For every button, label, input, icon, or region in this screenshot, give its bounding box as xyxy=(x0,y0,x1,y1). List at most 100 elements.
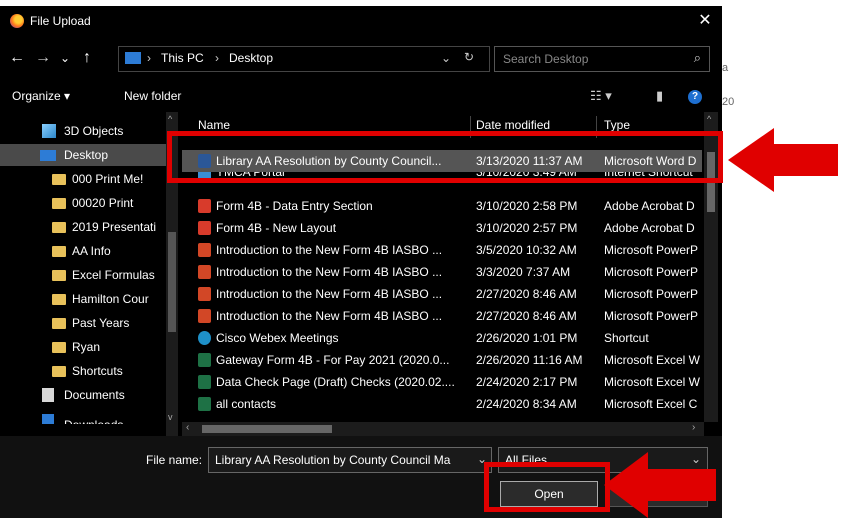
file-name: Form 4B - Data Entry Section xyxy=(216,199,373,213)
scroll-thumb[interactable] xyxy=(202,425,332,433)
arrow-left-icon xyxy=(604,452,716,518)
search-placeholder: Search Desktop xyxy=(503,52,589,66)
file-name-value: Library AA Resolution by County Council … xyxy=(215,453,451,467)
address-bar[interactable]: › This PC › Desktop ⌄ ↻ xyxy=(118,46,490,72)
file-date: 3/10/2020 2:58 PM xyxy=(476,199,578,213)
sidebar-item-desktop[interactable]: Desktop xyxy=(0,144,166,166)
sidebar-item-label: 2019 Presentati xyxy=(72,220,157,234)
scroll-thumb[interactable] xyxy=(168,232,176,332)
background-text-fragment: a xyxy=(722,62,729,74)
new-folder-button[interactable]: New folder xyxy=(124,89,181,103)
scroll-down-icon[interactable]: v xyxy=(168,412,173,422)
folder-icon xyxy=(52,246,66,257)
sidebar-item-label: Excel Formulas xyxy=(72,268,155,282)
dialog-title: File Upload xyxy=(30,14,91,28)
folder-icon xyxy=(52,222,66,233)
powerpoint-icon xyxy=(198,309,211,323)
powerpoint-icon xyxy=(198,243,211,257)
file-row[interactable]: Introduction to the New Form 4B IASBO ..… xyxy=(182,305,702,327)
pdf-icon xyxy=(198,221,211,235)
search-input[interactable]: Search Desktop ⌕ xyxy=(494,46,710,72)
file-type: Microsoft Excel W xyxy=(604,375,701,389)
folder-icon xyxy=(52,366,66,377)
file-name: Data Check Page (Draft) Checks (2020.02.… xyxy=(216,375,455,389)
chevron-down-icon[interactable]: ⌄ xyxy=(441,51,451,65)
sidebar-item-folder[interactable]: 000 Print Me! xyxy=(0,168,166,190)
file-row[interactable]: Introduction to the New Form 4B IASBO ..… xyxy=(182,283,702,305)
sidebar-item-label: Hamilton Cour xyxy=(72,292,149,306)
file-date: 2/24/2020 2:17 PM xyxy=(476,375,578,389)
navigation-bar: ← → ⌄ ↑ › This PC › Desktop ⌄ ↻ Search D… xyxy=(0,46,722,72)
sidebar-item-label: 3D Objects xyxy=(64,124,124,138)
file-row[interactable]: Introduction to the New Form 4B IASBO ..… xyxy=(182,261,702,283)
sidebar-item-folder[interactable]: Ryan xyxy=(0,336,166,358)
firefox-icon xyxy=(10,14,24,28)
sidebar-item-label: 000 Print Me! xyxy=(72,172,144,186)
organize-button[interactable]: Organize ▾ xyxy=(12,89,70,103)
file-row[interactable]: Cisco Webex Meetings 2/26/2020 1:01 PM S… xyxy=(182,327,702,349)
powerpoint-icon xyxy=(198,287,211,301)
breadcrumb-desktop[interactable]: Desktop xyxy=(229,51,273,65)
file-date: 3/5/2020 10:32 AM xyxy=(476,243,577,257)
sidebar-item-folder[interactable]: 2019 Presentati xyxy=(0,216,166,238)
sidebar-item-label: Downloads xyxy=(64,414,123,424)
preview-pane-icon[interactable]: ▮ xyxy=(656,88,663,104)
file-name: Cisco Webex Meetings xyxy=(216,331,339,345)
forward-button[interactable]: → xyxy=(32,46,54,70)
file-date: 2/26/2020 11:16 AM xyxy=(476,353,583,367)
documents-icon xyxy=(42,388,54,402)
file-name-field[interactable]: Library AA Resolution by County Council … xyxy=(208,447,492,473)
excel-icon xyxy=(198,353,211,367)
breadcrumb-this-pc[interactable]: This PC xyxy=(161,51,204,65)
file-date: 3/3/2020 7:37 AM xyxy=(476,265,571,279)
sidebar-item-downloads[interactable]: Downloads xyxy=(0,408,166,424)
sidebar-item-label: Documents xyxy=(64,388,125,402)
excel-icon xyxy=(198,397,211,411)
sidebar-item-label: Shortcuts xyxy=(72,364,123,378)
file-row[interactable]: Introduction to the New Form 4B IASBO ..… xyxy=(182,239,702,261)
horizontal-scrollbar[interactable]: ‹ › xyxy=(182,422,704,436)
scroll-left-icon[interactable]: ‹ xyxy=(186,422,189,433)
folder-icon xyxy=(52,174,66,185)
sidebar-item-3d-objects[interactable]: 3D Objects xyxy=(0,120,166,142)
close-button[interactable]: ✕ xyxy=(690,10,720,32)
file-date: 3/10/2020 2:57 PM xyxy=(476,221,578,235)
file-name: Introduction to the New Form 4B IASBO ..… xyxy=(216,243,443,257)
up-button[interactable]: ↑ xyxy=(76,46,98,70)
file-type: Microsoft PowerP xyxy=(604,287,699,301)
file-name: Introduction to the New Form 4B IASBO ..… xyxy=(216,265,443,279)
sidebar-item-label: 00020 Print xyxy=(72,196,134,210)
file-name: Introduction to the New Form 4B IASBO ..… xyxy=(216,309,443,323)
command-bar: Organize ▾ New folder ☷ ▾ ▮ ? xyxy=(0,84,722,110)
powerpoint-icon xyxy=(198,265,211,279)
sidebar-item-folder[interactable]: Excel Formulas xyxy=(0,264,166,286)
view-options-icon[interactable]: ☷ ▾ xyxy=(590,88,612,104)
file-name: Gateway Form 4B - For Pay 2021 (2020.0..… xyxy=(216,353,450,367)
file-type: Microsoft Excel W xyxy=(604,353,701,367)
file-type: Microsoft Excel C xyxy=(604,397,698,411)
sidebar-item-folder[interactable]: Hamilton Cour xyxy=(0,288,166,310)
sidebar-item-folder[interactable]: AA Info xyxy=(0,240,166,262)
file-row[interactable]: Data Check Page (Draft) Checks (2020.02.… xyxy=(182,371,702,393)
file-row[interactable]: Form 4B - New Layout 3/10/2020 2:57 PM A… xyxy=(182,217,702,239)
back-button[interactable]: ← xyxy=(6,46,28,70)
help-icon[interactable]: ? xyxy=(688,90,702,104)
breadcrumb-separator: › xyxy=(147,51,151,65)
scroll-up-icon[interactable]: ^ xyxy=(707,114,711,124)
navigation-pane: 3D Objects Desktop 000 Print Me! 00020 P… xyxy=(0,112,178,436)
file-row[interactable]: Form 4B - Data Entry Section 3/10/2020 2… xyxy=(182,195,702,217)
file-row[interactable]: Gateway Form 4B - For Pay 2021 (2020.0..… xyxy=(182,349,702,371)
file-row[interactable]: all contacts 2/24/2020 8:34 AM Microsoft… xyxy=(182,393,702,415)
title-bar: File Upload ✕ xyxy=(0,6,722,36)
refresh-icon[interactable]: ↻ xyxy=(464,50,474,64)
scroll-right-icon[interactable]: › xyxy=(692,422,695,433)
scroll-up-icon[interactable]: ^ xyxy=(168,114,172,124)
sidebar-item-folder[interactable]: Past Years xyxy=(0,312,166,334)
sidebar-item-folder[interactable]: 00020 Print xyxy=(0,192,166,214)
sidebar-item-documents[interactable]: Documents xyxy=(0,384,166,406)
recent-locations-button[interactable]: ⌄ xyxy=(58,46,72,70)
sidebar-item-folder[interactable]: Shortcuts xyxy=(0,360,166,382)
breadcrumb-separator: › xyxy=(215,51,219,65)
background-text-fragment: 20 xyxy=(722,96,735,108)
folder-icon xyxy=(52,198,66,209)
